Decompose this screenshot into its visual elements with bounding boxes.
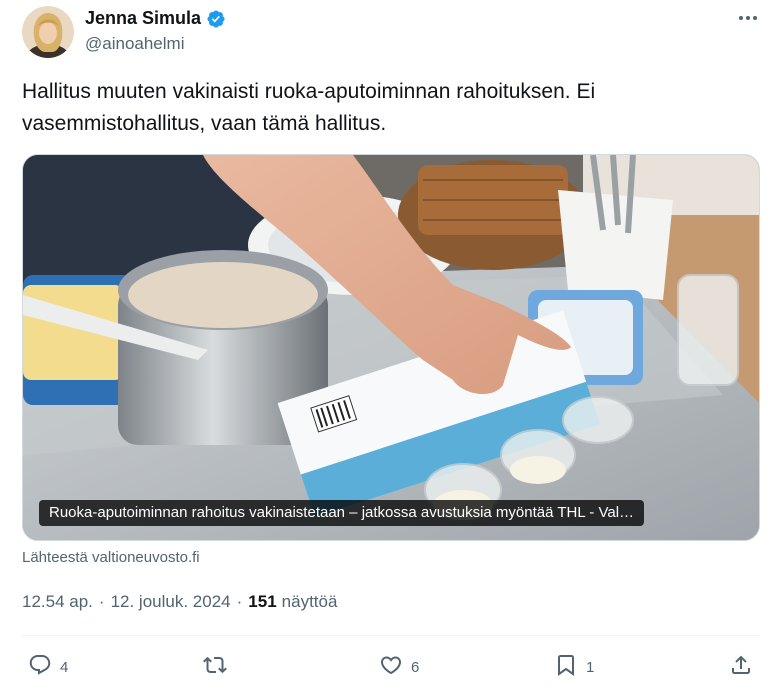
meta-separator: · [98,592,105,611]
views-count: 151 [248,592,277,611]
more-icon[interactable] [736,8,760,28]
author-display-name[interactable]: Jenna Simula [85,8,201,29]
bookmark-icon [554,653,578,681]
reply-icon [28,653,52,681]
bookmark-count: 1 [586,658,595,676]
like-count: 6 [411,658,420,676]
card-caption: Ruoka-aputoiminnan rahoitus vakinaisteta… [39,500,645,526]
link-card[interactable]: Ruoka-aputoiminnan rahoitus vakinaisteta… [22,154,760,541]
avatar[interactable] [22,6,74,58]
card-image [23,155,759,540]
author-name-row: Jenna Simula [85,8,226,29]
repost-button[interactable] [203,652,235,682]
reply-button[interactable]: 4 [28,652,68,682]
tweet: Jenna Simula @ainoahelmi Hallitus muuten… [0,0,770,695]
tweet-time[interactable]: 12.54 ap. [22,592,93,612]
bookmark-button[interactable]: 1 [554,652,594,682]
views-label: näyttöä [281,592,338,611]
tweet-text: Hallitus muuten vakinaisti ruoka-aputoim… [22,80,596,135]
tweet-date[interactable]: 12. jouluk. 2024 [111,592,231,612]
share-button[interactable] [729,652,753,682]
author-handle[interactable]: @ainoahelmi [85,34,184,54]
heart-icon [379,653,403,681]
meta-separator: · [236,592,243,611]
action-bar: 4 6 1 [0,652,770,682]
like-button[interactable]: 6 [379,652,419,682]
tweet-meta: 12.54 ap. · 12. jouluk. 2024 · 151 näytt… [22,592,337,612]
share-icon [729,653,753,681]
reply-count: 4 [60,658,69,676]
repost-icon [203,653,227,681]
divider [22,635,760,636]
card-source-link[interactable]: Lähteestä valtioneuvosto.fi [22,549,200,566]
verified-badge-icon[interactable] [206,9,226,29]
